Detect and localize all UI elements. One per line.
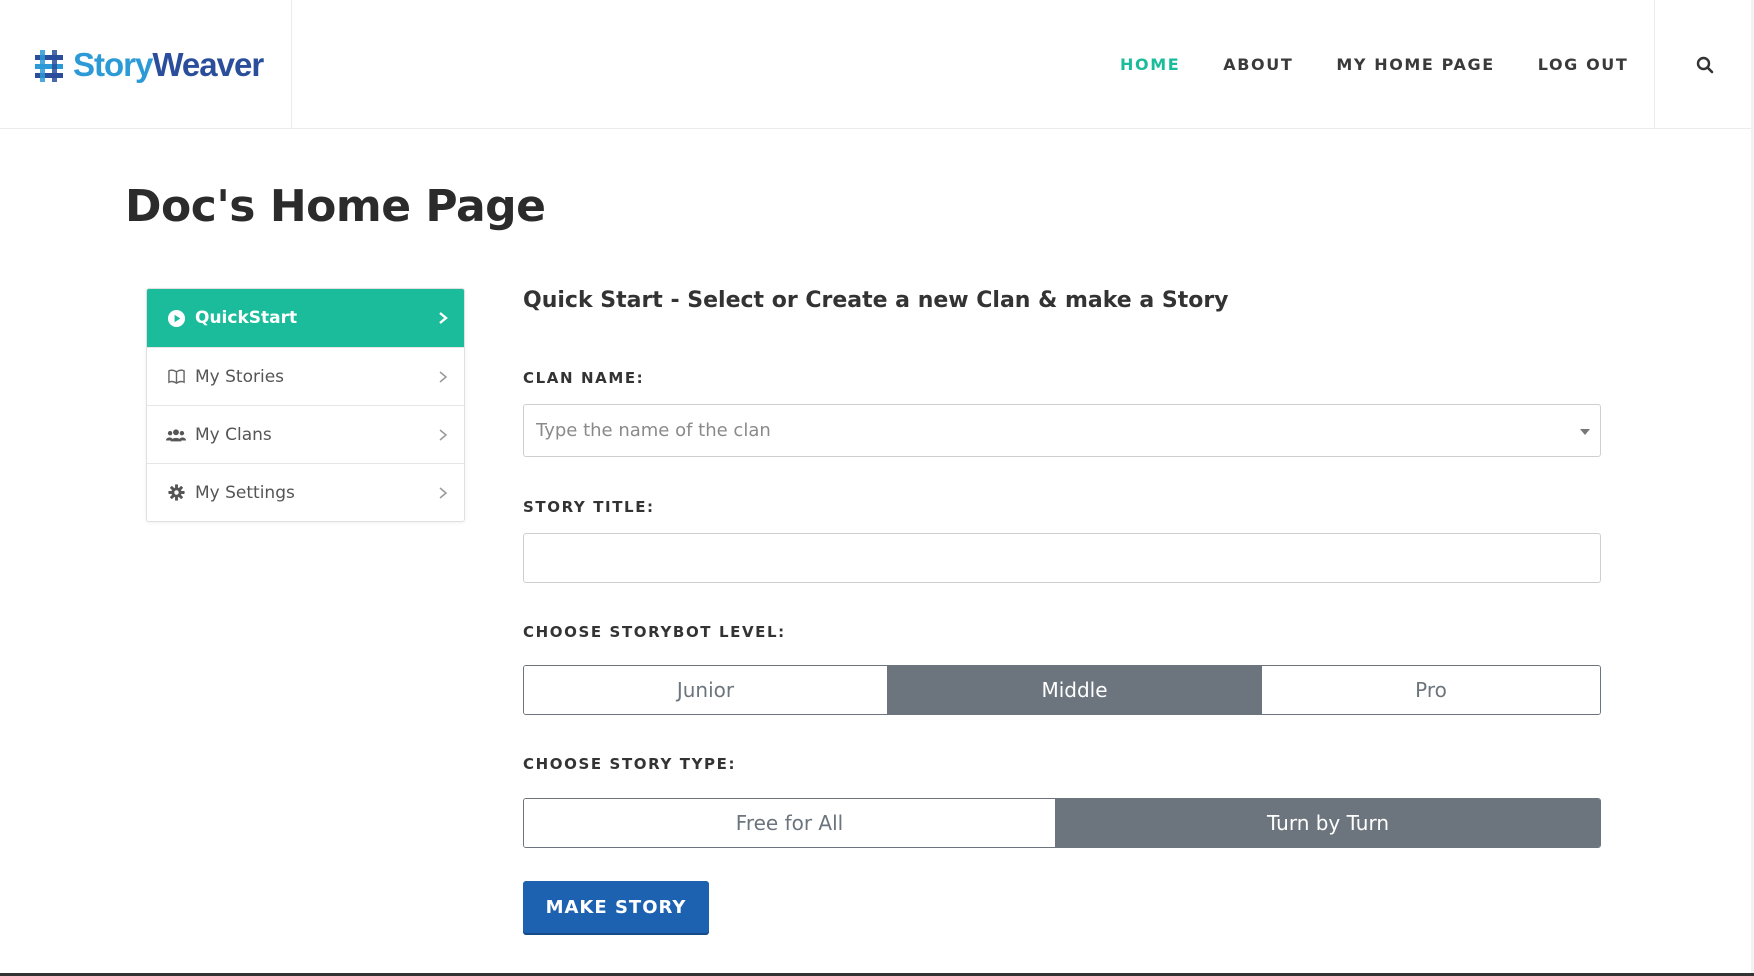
sidebar-item-label: My Stories [195,366,285,387]
logo-wordmark: StoryWeaver [73,46,264,83]
storyweaver-logo[interactable]: StoryWeaver [0,0,292,129]
form-heading: Quick Start - Select or Create a new Cla… [523,288,1229,313]
search-button[interactable] [1654,0,1754,129]
chevron-right-icon [436,486,450,500]
story-title-input[interactable] [524,534,1600,582]
sidebar-item-my-stories[interactable]: My Stories [147,347,464,405]
sidebar-item-label: My Settings [195,482,295,503]
chevron-right-icon [436,370,450,384]
main-nav: HOME ABOUT MY HOME PAGE LOG OUT [1120,0,1671,129]
clan-name-placeholder: Type the name of the clan [536,420,771,441]
book-icon [166,367,186,387]
storybot-level-label: CHOOSE STORYBOT LEVEL: [523,623,786,641]
sidebar-item-my-settings[interactable]: My Settings [147,463,464,521]
logo-text-story: Story [73,46,153,83]
story-type-selector: Free for All Turn by Turn [523,798,1601,848]
top-header: StoryWeaver HOME ABOUT MY HOME PAGE LOG … [0,0,1754,129]
app: StoryWeaver HOME ABOUT MY HOME PAGE LOG … [0,0,1754,976]
caret-down-icon [1580,429,1590,435]
weave-logo-icon [35,49,63,82]
clan-name-label: CLAN NAME: [523,369,645,387]
play-circle-icon [166,308,186,328]
gear-icon [166,483,186,503]
nav-about[interactable]: ABOUT [1223,55,1293,74]
clan-name-select[interactable]: Type the name of the clan [523,404,1601,457]
logo-text-weaver: Weaver [152,46,264,83]
story-title-field [523,533,1601,583]
chevron-right-icon [436,311,450,325]
level-option-junior[interactable]: Junior [524,666,887,714]
sidebar-menu: QuickStart My Stories My Clans My Settin… [146,288,465,522]
nav-home[interactable]: HOME [1120,55,1180,74]
type-option-free-for-all[interactable]: Free for All [524,799,1055,847]
page-title: Doc's Home Page [125,181,546,232]
users-icon [166,425,186,445]
sidebar-item-quickstart[interactable]: QuickStart [147,289,464,347]
sidebar-item-my-clans[interactable]: My Clans [147,405,464,463]
sidebar-item-label: My Clans [195,424,272,445]
story-type-label: CHOOSE STORY TYPE: [523,755,737,773]
chevron-right-icon [436,428,450,442]
level-option-pro[interactable]: Pro [1261,666,1600,714]
storybot-level-selector: Junior Middle Pro [523,665,1601,715]
type-option-turn-by-turn[interactable]: Turn by Turn [1055,799,1600,847]
nav-log-out[interactable]: LOG OUT [1538,55,1629,74]
make-story-button[interactable]: MAKE STORY [523,881,709,933]
sidebar-item-label: QuickStart [195,308,298,328]
nav-my-home-page[interactable]: MY HOME PAGE [1336,55,1494,74]
story-title-label: STORY TITLE: [523,498,655,516]
level-option-middle[interactable]: Middle [887,666,1261,714]
search-icon [1696,56,1713,73]
